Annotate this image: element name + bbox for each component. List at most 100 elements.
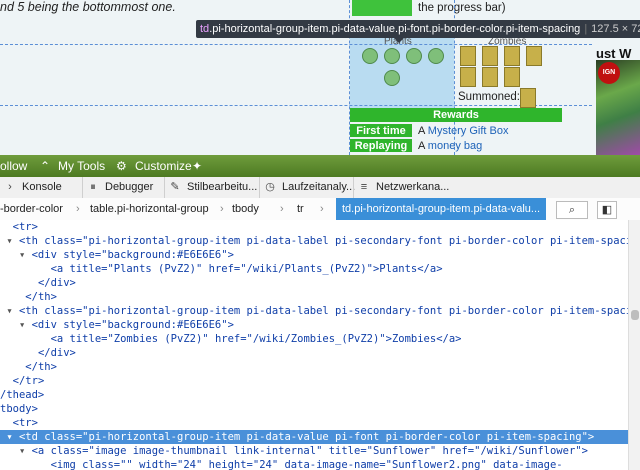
markup-text: <div style="background:#E6E6E6"> [31, 319, 234, 331]
markup-text: </th> [25, 361, 57, 373]
guide-line-bottom [0, 105, 592, 106]
markup-view[interactable]: <tr> ▾ <th class="pi-horizontal-group-it… [0, 220, 628, 470]
customize-button[interactable]: Customize [135, 159, 192, 173]
tab-label: Stilbearbeitu... [187, 181, 258, 193]
follow-button[interactable]: ollow [0, 159, 27, 173]
markup-text: <tr> [12, 221, 38, 233]
markup-line[interactable]: ▾ <div style="background:#E6E6E6"> [0, 248, 234, 262]
tooltip-separator: | [584, 23, 588, 35]
breadcrumb-item[interactable]: table.pi-horizontal-group [90, 198, 209, 220]
tooltip-tag: td [200, 23, 210, 35]
my-tools-button[interactable]: My Tools [58, 159, 105, 173]
breadcrumb-item-active[interactable]: td.pi-horizontal-group-item.pi-data-valu… [336, 198, 547, 220]
chevron-up-icon: ⌃ [40, 159, 51, 173]
plant-icon[interactable] [428, 48, 444, 64]
markup-line[interactable]: ▾ <a class="image image-thumbnail link-i… [0, 444, 588, 458]
sidebar-toggle-icon[interactable]: ◧ [597, 201, 617, 219]
zombie-icon[interactable] [460, 46, 476, 66]
ign-logo: IGN [598, 62, 620, 84]
reward-value: A money bag [418, 139, 482, 153]
markup-line[interactable]: </div> [0, 346, 76, 360]
chevron-right-icon: › [220, 203, 224, 215]
markup-text: </th> [25, 291, 57, 303]
markup-line[interactable]: </th> [0, 290, 57, 304]
sparkle-icon: ✦ [192, 159, 203, 173]
gear-icon: ⚙ [116, 159, 127, 173]
markup-line[interactable]: tbody> [0, 402, 38, 416]
markup-text: <a title="Zombies (PvZ2)" href="/wiki/Zo… [50, 333, 462, 345]
network-icon: ≡ [360, 181, 368, 193]
tab-label: Laufzeitanaly... [282, 181, 356, 193]
markup-line[interactable]: /thead> [0, 388, 44, 402]
summoned-label: Summoned: [458, 91, 521, 103]
search-icon[interactable]: ⌕ [556, 201, 588, 219]
devtools-tabbar: › Konsole ⏸ Debugger ✎ Stilbearbeitu... … [0, 177, 640, 199]
reward-prefix: A [418, 140, 428, 152]
markup-line[interactable]: </tr> [0, 374, 45, 388]
markup-text: <tr> [12, 417, 38, 429]
reward-key: First time [350, 124, 412, 137]
plant-icon[interactable] [406, 48, 422, 64]
breadcrumb-item[interactable]: tbody [232, 198, 259, 220]
markup-text: /thead> [0, 389, 45, 401]
inspector-tooltip: td.pi-horizontal-group-item.pi-data-valu… [196, 20, 640, 43]
reward-row-replaying: Replaying A money bag [350, 139, 562, 153]
tab-label: Konsole [22, 181, 62, 193]
zombie-icon[interactable] [482, 67, 498, 87]
markup-line[interactable]: </div> [0, 276, 76, 290]
breadcrumb-item[interactable]: tr [297, 198, 304, 220]
markup-line[interactable]: <a title="Zombies (PvZ2)" href="/wiki/Zo… [0, 332, 462, 346]
chevron-right-icon: › [280, 203, 284, 215]
rewards-header: Rewards [350, 108, 562, 122]
markup-line[interactable]: <tr> [0, 416, 38, 430]
markup-line[interactable]: <img class="" width="24" height="24" dat… [0, 458, 563, 470]
style-editor-icon: ✎ [170, 181, 180, 193]
markup-text: <th class="pi-horizontal-group-item pi-d… [18, 235, 628, 247]
tab-label: Netzwerkana... [376, 181, 450, 193]
markup-line[interactable]: <a title="Plants (PvZ2)" href="/wiki/Pla… [0, 262, 443, 276]
breadcrumb-item[interactable]: -border-color [0, 198, 63, 220]
markup-scrollbar[interactable] [628, 220, 640, 470]
markup-line[interactable]: ▾ <th class="pi-horizontal-group-item pi… [0, 304, 628, 318]
plant-icon[interactable] [384, 48, 400, 64]
markup-text: <img class="" width="24" height="24" dat… [50, 459, 563, 470]
reward-key: Replaying [350, 139, 412, 152]
markup-text: </div> [37, 277, 76, 289]
markup-text: <td class="pi-horizontal-group-item pi-d… [18, 431, 595, 443]
wiki-toolbar: ollow ⌃ My Tools ⚙ Customize ✦ [0, 155, 640, 177]
mystery-gift-box-link[interactable]: Mystery Gift Box [428, 125, 509, 137]
zombie-icon[interactable] [520, 88, 536, 108]
markup-text: </div> [37, 347, 76, 359]
markup-line[interactable]: <tr> [0, 220, 38, 234]
lead-text: nd 5 being the bottommost one. [0, 0, 176, 14]
tooltip-classes: .pi-horizontal-group-item.pi-data-value.… [209, 23, 581, 35]
markup-line[interactable]: ▾ <th class="pi-horizontal-group-item pi… [0, 234, 628, 248]
performance-icon: ◷ [265, 181, 275, 193]
markup-text: <div style="background:#E6E6E6"> [31, 249, 234, 261]
markup-line[interactable]: </th> [0, 360, 57, 374]
zombie-icon[interactable] [504, 46, 520, 66]
reward-value: A Mystery Gift Box [418, 124, 508, 138]
reward-prefix: A [418, 125, 428, 137]
markup-line-selected[interactable]: ▾ <td class="pi-horizontal-group-item pi… [0, 430, 628, 444]
zombie-icon[interactable] [482, 46, 498, 66]
scrollbar-thumb[interactable] [631, 310, 639, 320]
chevron-right-icon: › [320, 203, 324, 215]
markup-text: <th class="pi-horizontal-group-item pi-d… [18, 305, 628, 317]
zombie-icon[interactable] [460, 67, 476, 87]
markup-text: <a class="image image-thumbnail link-int… [31, 445, 588, 457]
progress-bar-fill [352, 0, 412, 16]
markup-line[interactable]: ▾ <div style="background:#E6E6E6"> [0, 318, 234, 332]
zombie-icon[interactable] [504, 67, 520, 87]
plant-icon[interactable] [384, 70, 400, 86]
console-icon: › [8, 181, 12, 193]
progress-note: the progress bar) [418, 2, 506, 14]
ad-heading: ust W [596, 46, 632, 61]
tab-label: Debugger [105, 181, 154, 193]
reward-row-first-time: First time A Mystery Gift Box [350, 124, 562, 138]
zombie-icon[interactable] [526, 46, 542, 66]
plant-icon[interactable] [362, 48, 378, 64]
tab-network[interactable]: ≡ Netzwerkana... [353, 177, 466, 198]
markup-text: </tr> [12, 375, 45, 387]
money-bag-link[interactable]: money bag [428, 140, 482, 152]
